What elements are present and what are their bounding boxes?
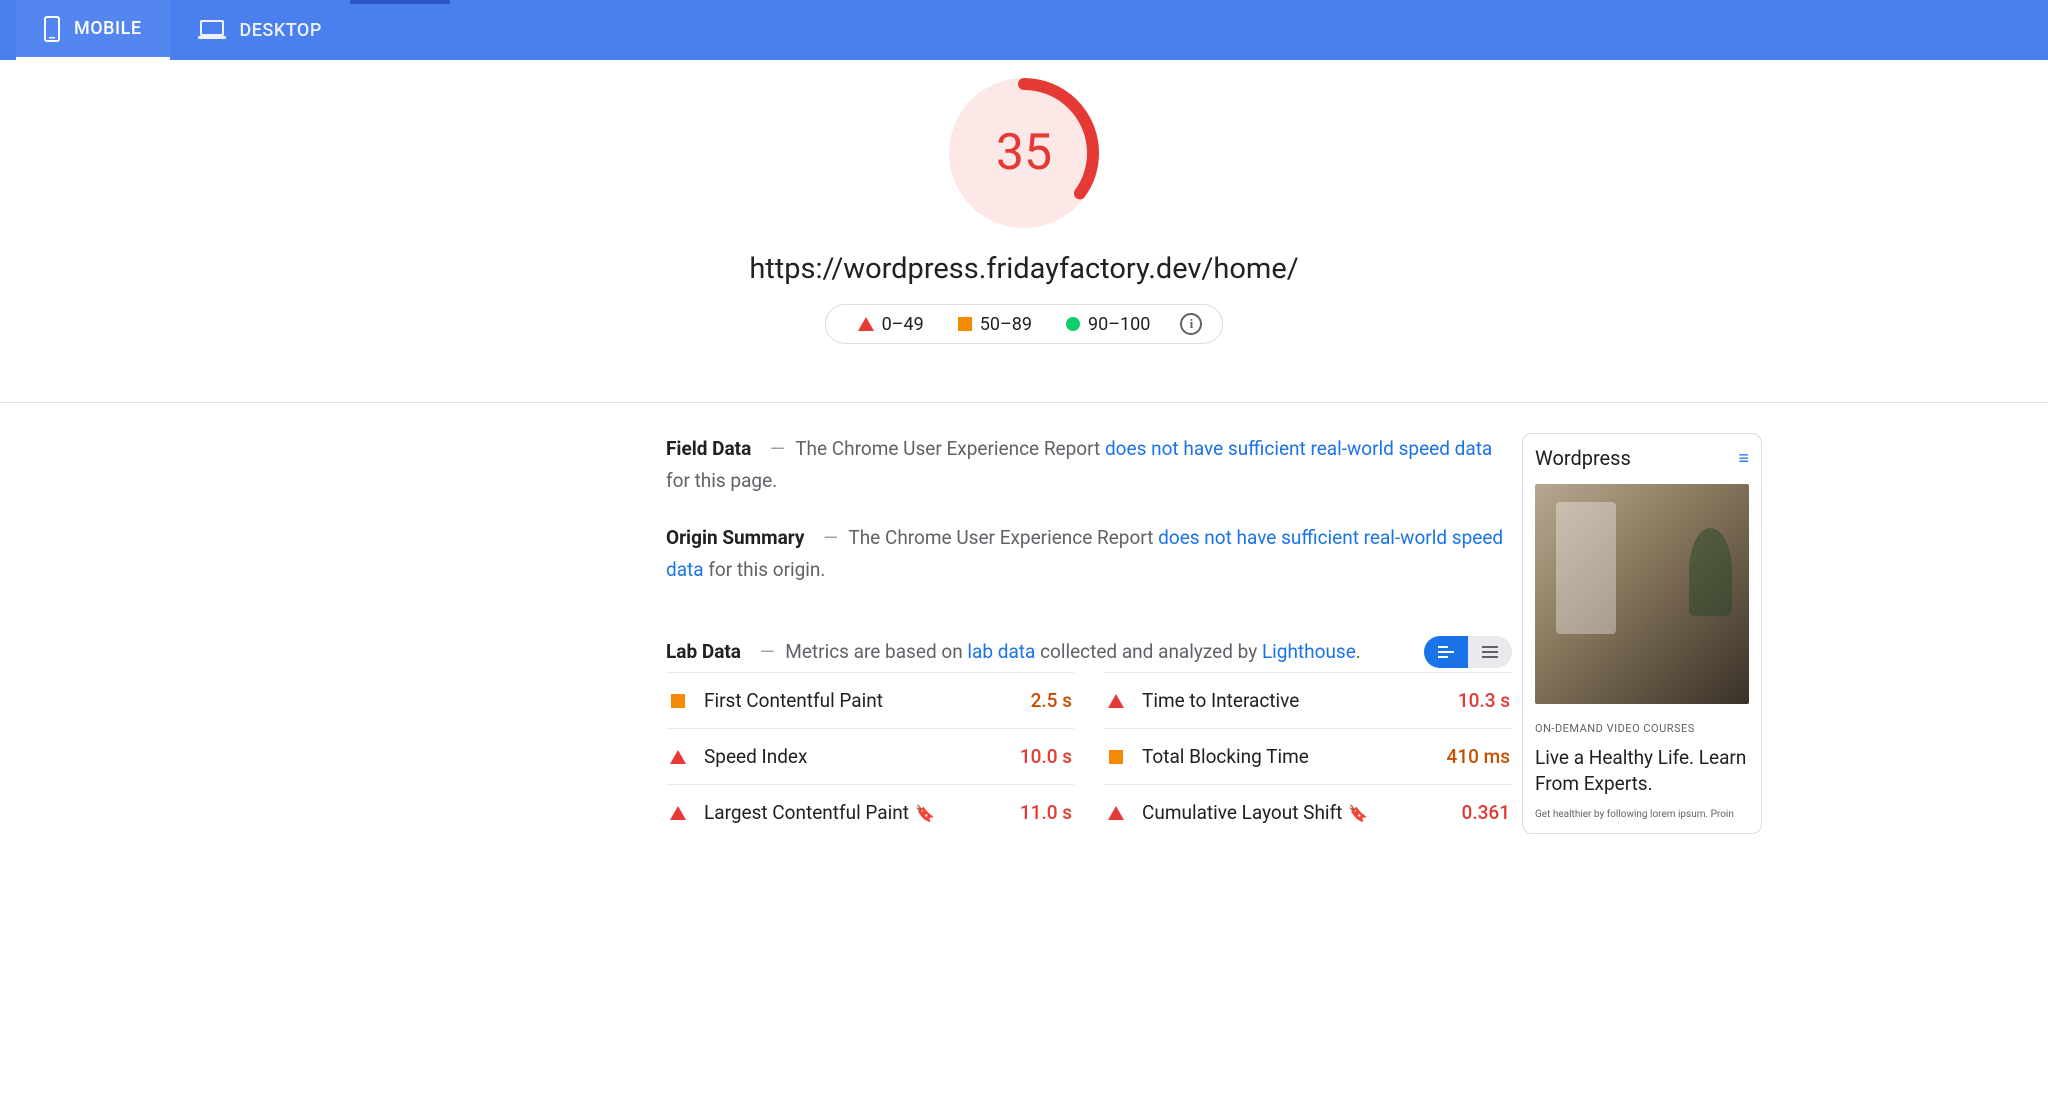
- metric-tbt[interactable]: Total Blocking Time 410 ms: [1104, 728, 1512, 784]
- metric-name: Largest Contentful Paint🔖: [704, 801, 1020, 824]
- score-legend: 0–49 50–89 90–100 i: [825, 304, 1224, 344]
- tab-desktop-label: DESKTOP: [240, 20, 322, 41]
- field-data-text-pre: The Chrome User Experience Report: [795, 437, 1105, 460]
- analyzed-url: https://wordpress.fridayfactory.dev/home…: [0, 252, 2048, 286]
- lighthouse-link[interactable]: Lighthouse: [1262, 640, 1356, 663]
- main-report: Field Data — The Chrome User Experience …: [286, 433, 1512, 840]
- triangle-poor-icon: [670, 750, 686, 764]
- triangle-poor-icon: [1108, 694, 1124, 708]
- preview-headline: Live a Healthy Life. Learn From Experts.: [1535, 745, 1749, 796]
- preview-subtext: Get healthier by following lorem ipsum. …: [1535, 808, 1749, 821]
- metric-lcp[interactable]: Largest Contentful Paint🔖 11.0 s: [666, 784, 1074, 840]
- metric-cls[interactable]: Cumulative Layout Shift🔖 0.361: [1104, 784, 1512, 840]
- metric-name: Total Blocking Time: [1142, 745, 1447, 768]
- performance-score: 35: [949, 78, 1099, 228]
- lab-data-link[interactable]: lab data: [967, 640, 1035, 663]
- square-avg-icon: [1109, 750, 1123, 764]
- triangle-poor-icon: [1108, 806, 1124, 820]
- metric-fcp[interactable]: First Contentful Paint 2.5 s: [666, 672, 1074, 728]
- view-detailed-button[interactable]: [1424, 636, 1468, 668]
- info-icon[interactable]: i: [1180, 313, 1202, 335]
- preview-kicker: ON-DEMAND VIDEO COURSES: [1535, 722, 1749, 735]
- metric-tti[interactable]: Time to Interactive 10.3 s: [1104, 672, 1512, 728]
- lab-text-mid: collected and analyzed by: [1035, 640, 1262, 663]
- bookmark-icon: 🔖: [1348, 804, 1368, 823]
- tab-mobile[interactable]: MOBILE: [16, 0, 170, 60]
- tab-desktop[interactable]: DESKTOP: [170, 0, 350, 60]
- bookmark-icon: 🔖: [915, 804, 935, 823]
- metric-value: 0.361: [1462, 801, 1510, 824]
- metric-value: 10.0 s: [1020, 745, 1072, 768]
- preview-hero-image: [1535, 484, 1749, 704]
- origin-text-post: for this origin.: [704, 558, 826, 581]
- legend-good-range: 90–100: [1088, 314, 1150, 335]
- lab-text-pre: Metrics are based on: [785, 640, 967, 663]
- metric-value: 2.5 s: [1031, 689, 1072, 712]
- square-avg-icon: [671, 694, 685, 708]
- triangle-poor-icon: [858, 317, 874, 331]
- metric-value: 11.0 s: [1020, 801, 1072, 824]
- field-data-text-post: for this page.: [666, 469, 777, 492]
- score-section: 35 https://wordpress.fridayfactory.dev/h…: [0, 60, 2048, 372]
- metric-value: 10.3 s: [1458, 689, 1510, 712]
- view-compact-button[interactable]: [1468, 636, 1512, 668]
- field-data-label: Field Data: [666, 437, 751, 460]
- legend-poor-range: 0–49: [882, 314, 924, 335]
- hamburger-icon: ≡: [1738, 448, 1749, 469]
- metric-si[interactable]: Speed Index 10.0 s: [666, 728, 1074, 784]
- square-avg-icon: [958, 317, 972, 331]
- metric-name: Time to Interactive: [1142, 689, 1458, 712]
- lab-text-post: .: [1356, 640, 1361, 663]
- tab-mobile-label: MOBILE: [74, 18, 142, 39]
- circle-good-icon: [1066, 317, 1080, 331]
- device-tabs: MOBILE DESKTOP: [0, 0, 2048, 60]
- mobile-icon: [44, 16, 60, 42]
- metric-name: Speed Index: [704, 745, 1020, 768]
- view-toggle: [1424, 636, 1512, 668]
- legend-avg-range: 50–89: [980, 314, 1032, 335]
- metric-name: Cumulative Layout Shift🔖: [1142, 801, 1462, 824]
- origin-summary-section: Origin Summary — The Chrome User Experie…: [666, 522, 1512, 587]
- performance-gauge: 35: [949, 78, 1099, 228]
- field-data-link[interactable]: does not have sufficient real-world spee…: [1105, 437, 1492, 460]
- origin-summary-label: Origin Summary: [666, 526, 804, 549]
- lab-data-section: Lab Data — Metrics are based on lab data…: [666, 636, 1361, 668]
- triangle-poor-icon: [670, 806, 686, 820]
- metrics-grid: First Contentful Paint 2.5 s Time to Int…: [666, 672, 1512, 840]
- metric-name: First Contentful Paint: [704, 689, 1031, 712]
- field-data-section: Field Data — The Chrome User Experience …: [666, 433, 1512, 498]
- metric-value: 410 ms: [1447, 745, 1510, 768]
- desktop-icon: [198, 20, 226, 40]
- preview-site-title: Wordpress: [1535, 446, 1631, 470]
- lab-data-label: Lab Data: [666, 640, 741, 663]
- origin-text-pre: The Chrome User Experience Report: [848, 526, 1158, 549]
- page-preview: Wordpress ≡ ON-DEMAND VIDEO COURSES Live…: [1522, 433, 1762, 834]
